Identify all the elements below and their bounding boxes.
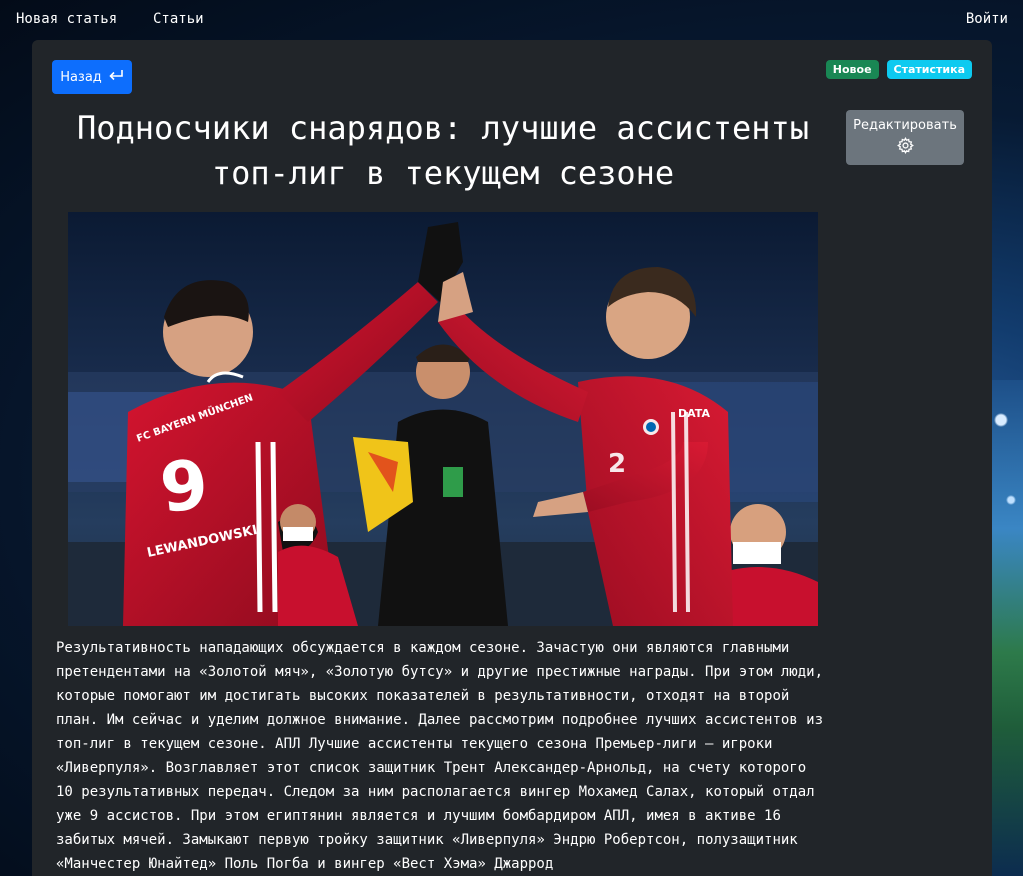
- nav-login-link[interactable]: Войти: [966, 11, 1008, 27]
- svg-text:9: 9: [157, 445, 212, 529]
- article-card: Назад Новое Статистика Редактировать Под…: [32, 40, 992, 876]
- article-body: Результативность нападающих обсуждается …: [56, 640, 824, 872]
- edit-button[interactable]: Редактировать: [846, 110, 964, 165]
- gear-icon: [896, 136, 914, 158]
- nav-new-article-link[interactable]: Новая статья: [16, 11, 117, 27]
- background-stadium: [991, 380, 1023, 876]
- return-arrow-icon: [108, 69, 124, 86]
- article-badges: Новое Статистика: [825, 60, 972, 79]
- top-navbar: Новая статья Статьи Войти: [0, 0, 1023, 40]
- svg-text:DATA: DATA: [678, 407, 710, 420]
- back-button-label: Назад: [60, 69, 102, 85]
- edit-button-label: Редактировать: [853, 117, 957, 133]
- nav-articles-link[interactable]: Статьи: [153, 11, 204, 27]
- back-button[interactable]: Назад: [52, 60, 132, 94]
- svg-text:2: 2: [608, 449, 626, 479]
- badge-new: Новое: [825, 60, 879, 79]
- badge-statistics: Статистика: [886, 60, 972, 79]
- article-photo: 9 FC BAYERN MÜNCHEN LEWANDOWSKI 2 DATA: [68, 212, 818, 626]
- article-title: Подносчики снарядов: лучшие ассистенты т…: [76, 109, 810, 192]
